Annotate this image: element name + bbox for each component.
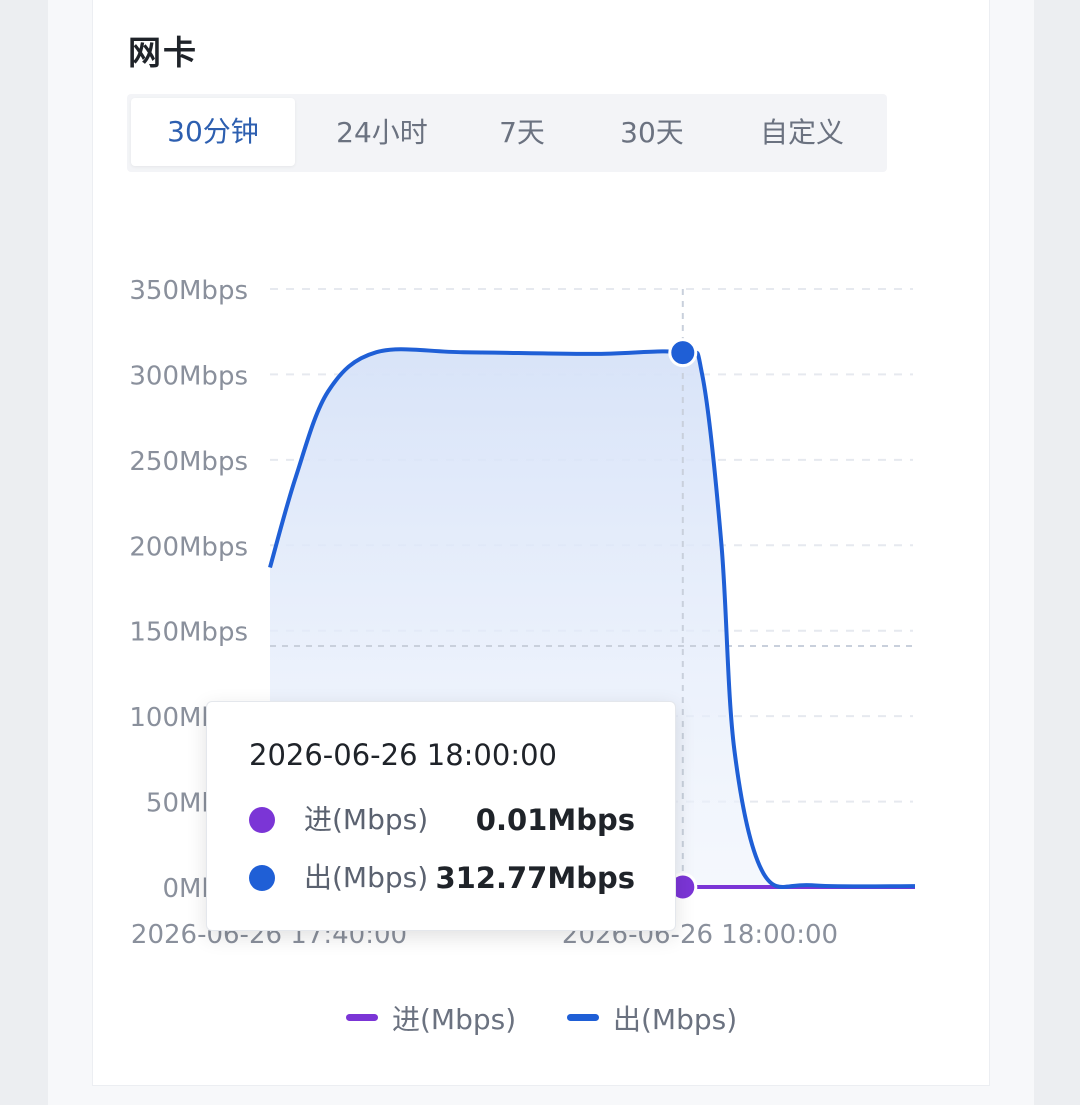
legend-item-in[interactable]: 进(Mbps) [346, 996, 526, 1040]
legend-label: 出(Mbps) [613, 1003, 738, 1036]
chart-tooltip: 2026-06-26 18:00:00 进(Mbps) 0.01Mbps 出(M… [206, 701, 676, 931]
tooltip-row-out: 出(Mbps) 312.77Mbps [247, 858, 647, 902]
y-tick-label: 350Mbps [129, 276, 248, 306]
tooltip-series-value: 0.01Mbps [475, 803, 635, 837]
tooltip-series-name: 进(Mbps) [304, 803, 429, 836]
network-chart[interactable]: 0Mbps50Mbps100Mbps150Mbps200Mbps250Mbps3… [0, 0, 1080, 1105]
in-series-dot-icon [249, 807, 275, 833]
legend-label: 进(Mbps) [392, 1003, 517, 1036]
tooltip-time: 2026-06-26 18:00:00 [249, 738, 557, 772]
tooltip-series-value: 312.77Mbps [435, 861, 635, 895]
out-legend-line-icon [567, 1014, 599, 1021]
tooltip-series-name: 出(Mbps) [304, 861, 429, 894]
out-hover-point [668, 338, 698, 368]
y-tick-label: 250Mbps [129, 447, 248, 477]
in-legend-line-icon [346, 1014, 378, 1021]
y-tick-label: 150Mbps [129, 618, 248, 648]
tooltip-row-in: 进(Mbps) 0.01Mbps [247, 800, 647, 844]
out-series-dot-icon [249, 865, 275, 891]
y-tick-label: 200Mbps [129, 532, 248, 562]
legend-item-out[interactable]: 出(Mbps) [567, 996, 747, 1040]
y-tick-label: 300Mbps [129, 361, 248, 391]
